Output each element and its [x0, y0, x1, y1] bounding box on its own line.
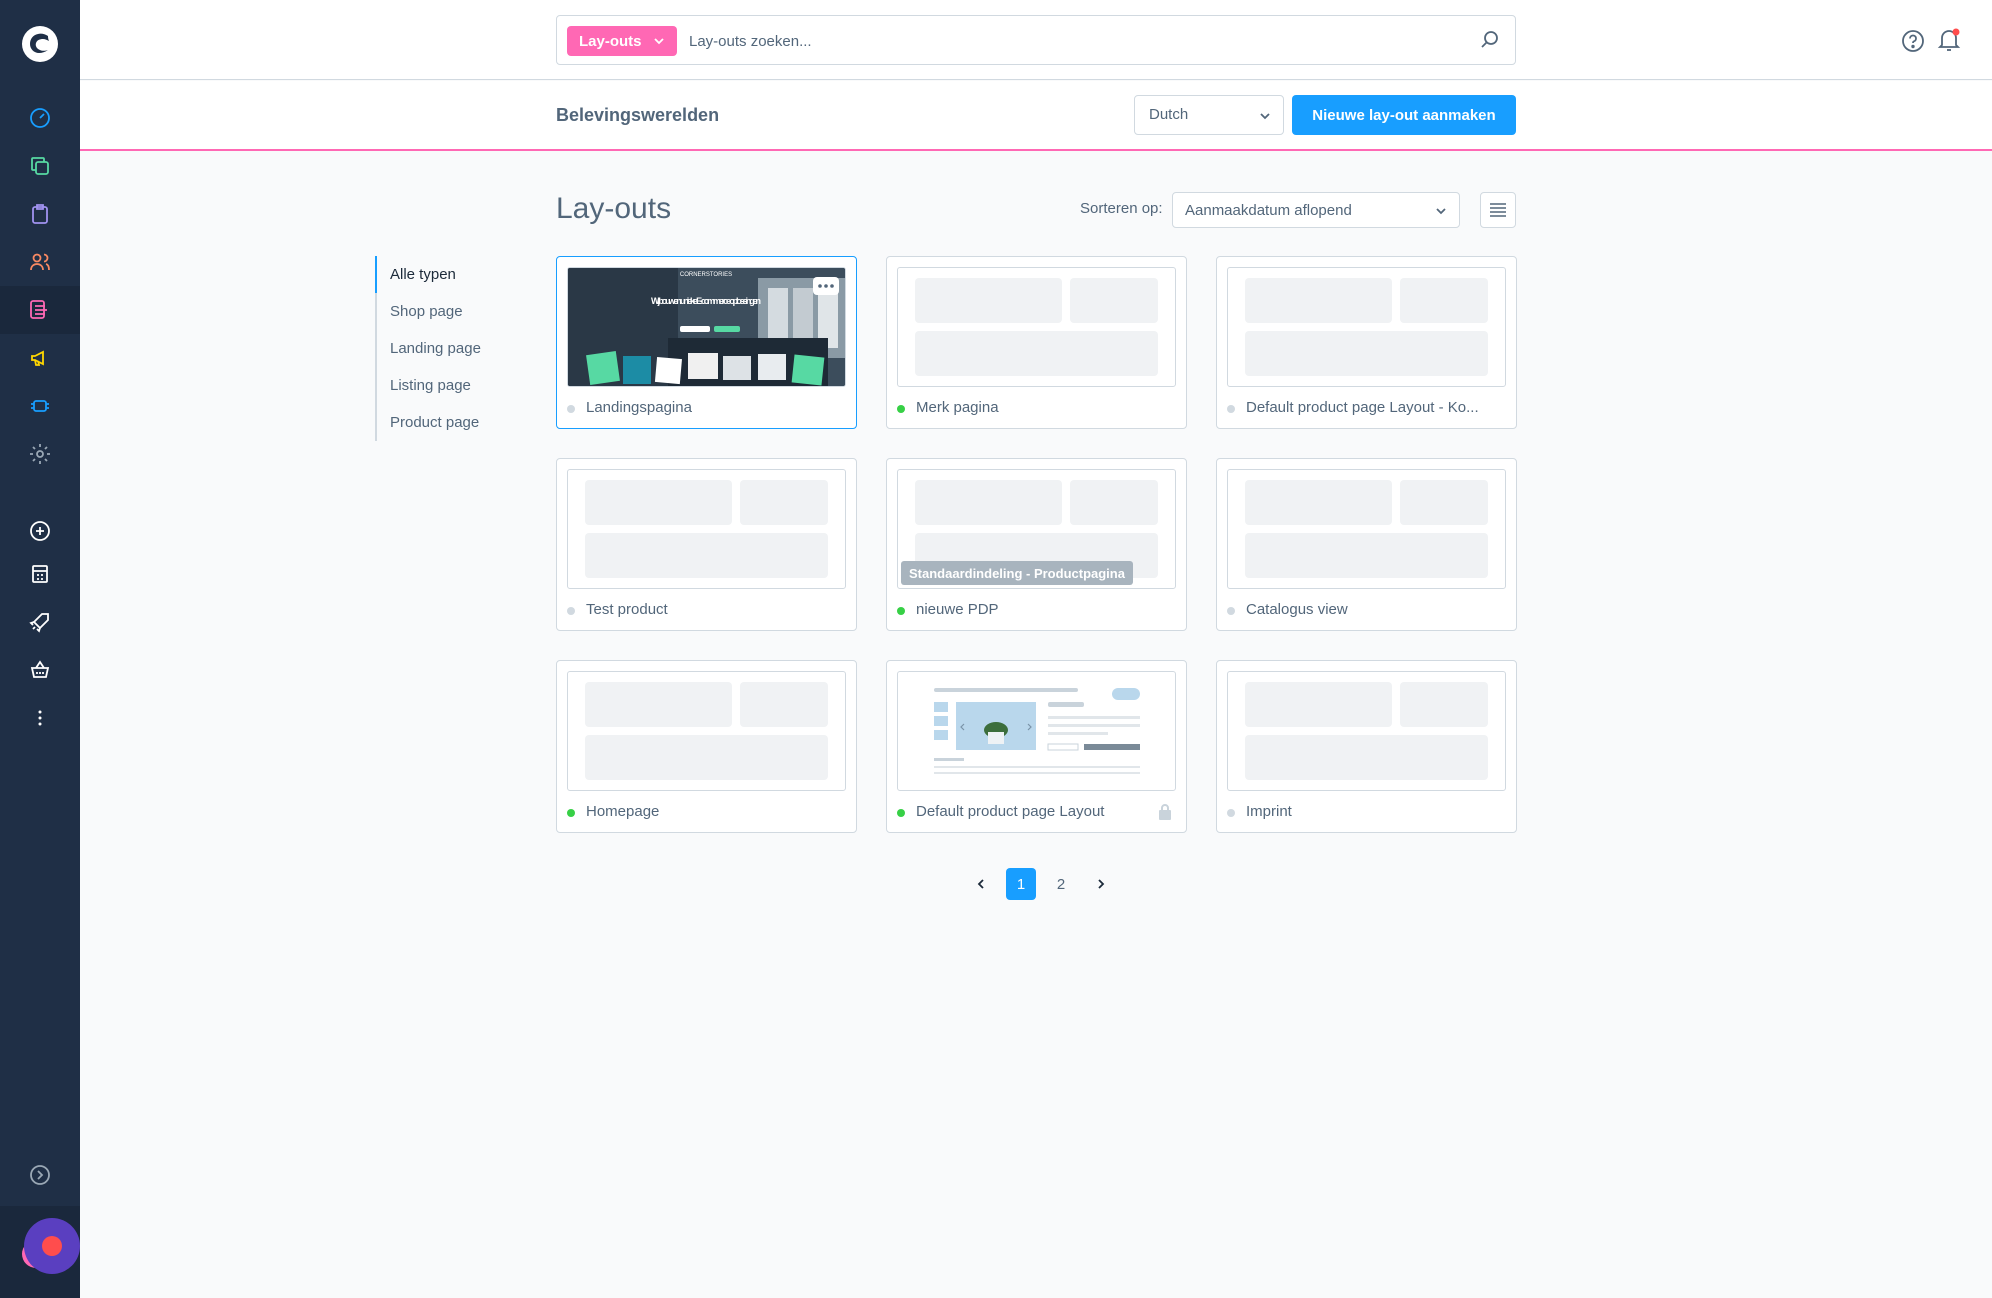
chevron-down-icon — [1436, 208, 1446, 215]
language-switch[interactable]: Dutch — [1134, 95, 1284, 135]
layout-preview-product — [897, 671, 1176, 791]
layout-name: Merk pagina — [916, 399, 999, 416]
status-dot-active — [897, 607, 905, 615]
basket-icon[interactable] — [25, 655, 55, 685]
admin-sidebar — [0, 0, 80, 1298]
layout-preview-image: CORNERSTORIES Wij bouwen unieke E-commer… — [567, 267, 846, 387]
create-layout-button[interactable]: Nieuwe lay-out aanmaken — [1292, 95, 1516, 135]
next-page-button[interactable] — [1086, 868, 1116, 900]
type-filter-nav: Alle typen Shop page Landing page Listin… — [375, 256, 515, 441]
layout-name: Homepage — [586, 803, 660, 820]
sort-label: Sorteren op: — [1080, 200, 1163, 217]
store-icon[interactable] — [25, 559, 55, 589]
layout-card[interactable]: Standaardindeling - Productpagina nieuwe… — [886, 458, 1187, 631]
previous-page-button[interactable] — [966, 868, 996, 900]
catalogues-icon[interactable] — [25, 151, 55, 181]
product-page-preview — [934, 688, 1140, 774]
layout-card[interactable]: CORNERSTORIES Wij bouwen unieke E-commer… — [556, 256, 857, 429]
layout-card[interactable]: Homepage — [556, 660, 857, 833]
card-context-menu-button[interactable] — [813, 277, 839, 295]
collapse-icon[interactable] — [25, 1160, 55, 1190]
search-input[interactable] — [689, 26, 1449, 56]
layout-preview-placeholder — [1227, 469, 1506, 589]
search-module-pill[interactable]: Lay-outs — [567, 26, 677, 56]
search-icon[interactable] — [1479, 29, 1501, 51]
status-dot-active — [897, 405, 905, 413]
page-button-2[interactable]: 2 — [1046, 868, 1076, 900]
layout-preview-placeholder — [567, 671, 846, 791]
default-layout-badge: Standaardindeling - Productpagina — [901, 561, 1133, 585]
layout-name: Landingspagina — [586, 399, 692, 416]
notification-bell-icon[interactable] — [1936, 26, 1962, 54]
more-icon[interactable] — [25, 703, 55, 733]
type-filter-product-page[interactable]: Product page — [377, 404, 515, 441]
preview-headline: Wij bouwen unieke E-commerce oplossingen — [651, 296, 761, 306]
layout-card[interactable]: Default product page Layout — [886, 660, 1187, 833]
orders-icon[interactable] — [25, 199, 55, 229]
type-filter-shop-page[interactable]: Shop page — [377, 293, 515, 330]
layout-name: Default product page Layout - Ko... — [1246, 399, 1479, 416]
layout-name: Imprint — [1246, 803, 1292, 820]
status-dot-active — [567, 809, 575, 817]
lock-icon — [1159, 804, 1171, 820]
layout-name: Test product — [586, 601, 668, 618]
status-dot-inactive — [1227, 809, 1235, 817]
layout-card[interactable]: Imprint — [1216, 660, 1517, 833]
layout-preview-placeholder — [1227, 267, 1506, 387]
rocket-icon[interactable] — [25, 607, 55, 637]
pagination: 1 2 — [966, 868, 1126, 900]
smart-bar: Belevingswerelden Dutch Nieuwe lay-out a… — [80, 81, 1992, 151]
page-title: Lay-outs — [556, 192, 672, 225]
layout-card[interactable]: Test product — [556, 458, 857, 631]
layout-preview-placeholder — [1227, 671, 1506, 791]
layout-preview-placeholder — [897, 267, 1176, 387]
status-dot-active — [897, 809, 905, 817]
add-icon[interactable] — [25, 516, 55, 546]
layout-name: Default product page Layout — [916, 803, 1105, 820]
top-bar: Lay-outs — [80, 0, 1992, 80]
module-title: Belevingswerelden — [556, 105, 720, 125]
chevron-left-icon — [977, 879, 984, 889]
preview-brand: CORNERSTORIES — [680, 272, 732, 278]
sort-value: Aanmaakdatum aflopend — [1185, 202, 1352, 219]
customers-icon[interactable] — [25, 247, 55, 277]
list-view-toggle[interactable] — [1480, 192, 1516, 228]
chevron-right-icon — [1098, 879, 1105, 889]
dashboard-icon[interactable] — [25, 103, 55, 133]
language-value: Dutch — [1149, 106, 1189, 123]
help-icon[interactable] — [1900, 28, 1926, 54]
layout-name: Catalogus view — [1246, 601, 1348, 618]
layout-card[interactable]: Merk pagina — [886, 256, 1187, 429]
page-button-1[interactable]: 1 — [1006, 868, 1036, 900]
layout-name: nieuwe PDP — [916, 601, 999, 618]
search-module-label: Lay-outs — [579, 32, 642, 50]
more-horizontal-icon — [818, 284, 834, 288]
status-dot-inactive — [567, 607, 575, 615]
layout-preview-placeholder — [567, 469, 846, 589]
extensions-icon[interactable] — [25, 391, 55, 421]
user-avatar[interactable] — [22, 1218, 82, 1278]
type-filter-all[interactable]: Alle typen — [375, 256, 515, 293]
status-dot-inactive — [1227, 405, 1235, 413]
content-icon[interactable] — [25, 295, 55, 325]
marketing-icon[interactable] — [25, 343, 55, 373]
status-dot-inactive — [1227, 607, 1235, 615]
layout-card[interactable]: Catalogus view — [1216, 458, 1517, 631]
type-filter-landing-page[interactable]: Landing page — [377, 330, 515, 367]
chevron-down-icon — [654, 38, 664, 45]
list-icon — [1490, 203, 1506, 217]
type-filter-listing-page[interactable]: Listing page — [377, 367, 515, 404]
sort-select[interactable]: Aanmaakdatum aflopend — [1172, 192, 1460, 228]
global-search: Lay-outs — [556, 15, 1516, 65]
status-dot-inactive — [567, 405, 575, 413]
shopware-logo[interactable] — [18, 22, 62, 66]
landing-page-preview: CORNERSTORIES Wij bouwen unieke E-commer… — [568, 268, 845, 386]
chevron-down-icon — [1260, 113, 1270, 120]
layout-card[interactable]: Default product page Layout - Ko... — [1216, 256, 1517, 429]
settings-icon[interactable] — [25, 439, 55, 469]
